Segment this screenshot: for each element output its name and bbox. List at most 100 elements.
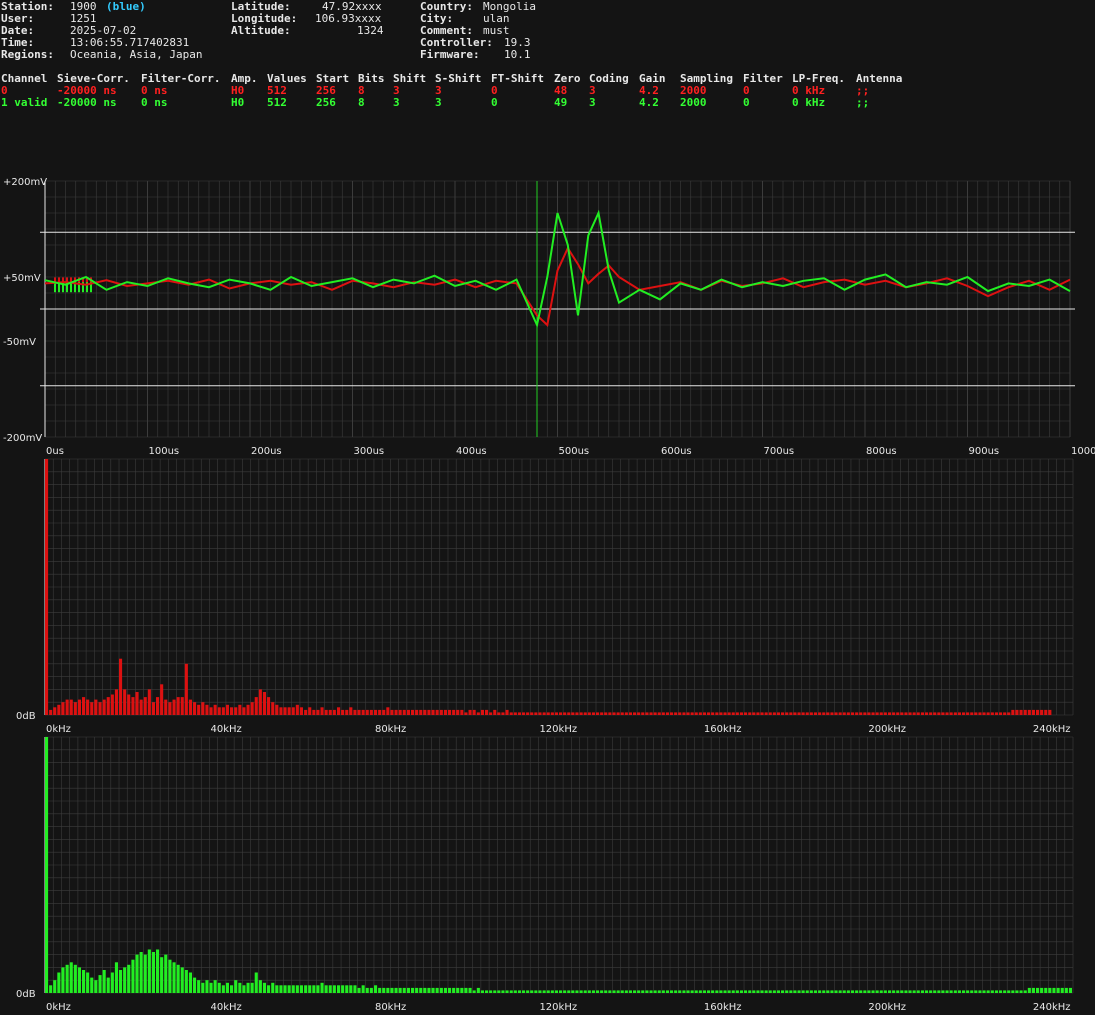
spectrum-bar: [522, 712, 526, 715]
spectrum-bar: [119, 658, 123, 715]
spectrum-bar: [711, 712, 715, 715]
spectrum-bar: [386, 987, 390, 993]
spectrum-bar: [435, 987, 439, 993]
spectrum-bar: [234, 707, 238, 715]
spectrum-bar: [990, 990, 994, 993]
spectrum-bar: [345, 985, 349, 993]
x-tick-label: 40kHz: [210, 724, 241, 735]
spectrum-bar: [768, 712, 772, 715]
x-tick-label: 1000us: [1071, 446, 1095, 457]
spectrum-bar: [813, 990, 817, 993]
spectrum-bar: [608, 712, 612, 715]
x-tick-label: 200kHz: [868, 724, 906, 735]
spectrum-bar: [213, 704, 217, 715]
spectrum-bar: [620, 712, 624, 715]
spectrum-bar: [180, 697, 184, 715]
x-tick-label: 0kHz: [46, 724, 71, 735]
spectrum-bar: [209, 707, 213, 715]
spectrum-bar: [156, 697, 160, 715]
spectrum-bar: [209, 982, 213, 993]
spectrum-bar: [776, 712, 780, 715]
spectrum-bar: [193, 702, 197, 715]
spectrum-bar: [197, 980, 201, 993]
spectrum-bar: [501, 990, 505, 993]
spectrum-bar: [431, 987, 435, 993]
spectrum-bar: [608, 990, 612, 993]
spectrum-bar: [657, 990, 661, 993]
spectrum-bar: [337, 707, 341, 715]
spectrum-bar: [591, 712, 595, 715]
spectrum-bar: [472, 990, 476, 993]
spectrum-bar: [900, 712, 904, 715]
spectrum-bar: [542, 990, 546, 993]
spectrum-bar: [596, 712, 600, 715]
spectrum-bar: [316, 709, 320, 715]
spectrum-bar: [789, 712, 793, 715]
spectrum-bar: [86, 972, 90, 993]
spectrum-bar: [702, 990, 706, 993]
spectrum-bar: [925, 990, 929, 993]
spectrum-bar: [600, 712, 604, 715]
spectrum-bar: [299, 707, 303, 715]
spectrum-bar: [151, 952, 155, 993]
spectrum-bar: [752, 990, 756, 993]
spectrum-bar: [172, 962, 176, 993]
spectrum-bar: [341, 709, 345, 715]
spectrum-bar: [415, 987, 419, 993]
spectrum-bar: [711, 990, 715, 993]
spectrum-bar: [427, 709, 431, 715]
spectrum-bar: [287, 985, 291, 993]
spectrum-bar: [357, 987, 361, 993]
spectrum-bar: [1019, 709, 1023, 715]
spectrum-bar: [328, 709, 332, 715]
spectrum-bar: [480, 709, 484, 715]
spectrum-bar: [168, 702, 172, 715]
x-tick-label: 100us: [149, 446, 180, 457]
spectrum-bar: [937, 990, 941, 993]
spectrum-bar: [139, 952, 143, 993]
spectrum-bar: [127, 694, 131, 715]
spectrum-bar: [1040, 987, 1044, 993]
spectrum-bar: [275, 704, 279, 715]
spectrum-bar: [978, 990, 982, 993]
spectrum-bar: [859, 990, 863, 993]
spectrum-bar: [999, 712, 1003, 715]
spectrum-bar: [908, 712, 912, 715]
spectrum-bar: [674, 990, 678, 993]
spectrum-bar: [439, 709, 443, 715]
spectrum-bar: [645, 712, 649, 715]
spectrum-bar: [624, 712, 628, 715]
spectrum-bar: [238, 982, 242, 993]
spectrum-bar: [77, 699, 81, 715]
spectrum-bar: [1023, 990, 1027, 993]
spectrum-bar: [883, 990, 887, 993]
spectrum-bar: [986, 990, 990, 993]
spectrum-bar: [431, 709, 435, 715]
spectrum-bar: [760, 712, 764, 715]
spectrum-bar: [1003, 990, 1007, 993]
spectrum-bar: [205, 980, 209, 993]
spectrum-bar: [665, 990, 669, 993]
spectrum-bar: [657, 712, 661, 715]
spectrum-bar: [846, 990, 850, 993]
spectrum-bar: [731, 990, 735, 993]
spectrum-bar: [920, 712, 924, 715]
spectrum-bar: [156, 949, 160, 993]
spectrum-bar: [279, 707, 283, 715]
spectrum-bar: [324, 709, 328, 715]
spectrum-bar: [1015, 709, 1019, 715]
spectrum-bar: [287, 707, 291, 715]
spectrum-bar: [349, 985, 353, 993]
spectrum-bar: [295, 704, 299, 715]
spectrum-bar: [1056, 987, 1060, 993]
x-tick-label: 240kHz: [1033, 1002, 1071, 1013]
spectrum-bar: [505, 709, 509, 715]
spectrum-bar: [645, 990, 649, 993]
spectrum-bar: [90, 702, 94, 715]
spectrum-bar: [682, 990, 686, 993]
spectrum-bar: [110, 694, 114, 715]
spectrum-bar: [1027, 709, 1031, 715]
spectrum-bar: [859, 712, 863, 715]
spectrum-bar: [1068, 987, 1072, 993]
spectrum-bar: [110, 972, 114, 993]
